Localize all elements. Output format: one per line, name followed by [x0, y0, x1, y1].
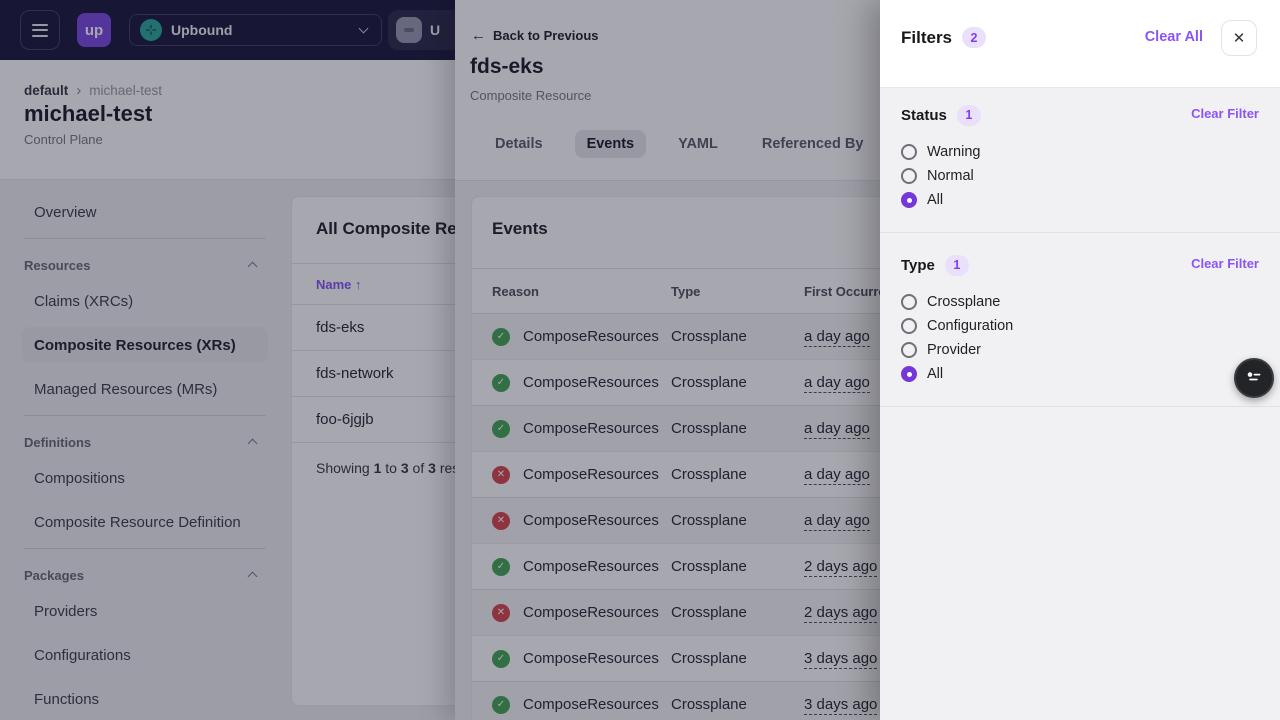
clear-filter-button[interactable]: Clear Filter [1191, 256, 1259, 271]
clear-all-button[interactable]: Clear All [1145, 29, 1203, 45]
filters-title: Filters [901, 28, 952, 48]
section-count-badge: 1 [957, 105, 981, 126]
filter-fab-button[interactable] [1234, 358, 1274, 398]
radio-option-provider[interactable]: Provider [901, 338, 1259, 362]
radio-icon [901, 144, 917, 160]
filter-list-icon [1245, 368, 1263, 389]
radio-option-configuration[interactable]: Configuration [901, 314, 1259, 338]
filters-header: Filters 2 Clear All ✕ [880, 0, 1280, 88]
radio-option-normal[interactable]: Normal [901, 164, 1259, 188]
section-title: Status [901, 107, 947, 124]
radio-option-all-type[interactable]: All [901, 362, 1259, 386]
radio-option-warning[interactable]: Warning [901, 140, 1259, 164]
app-window: up Upbound U default › michael-test mich… [0, 0, 1280, 720]
radio-option-all-status[interactable]: All [901, 188, 1259, 212]
section-count-badge: 1 [945, 255, 969, 276]
radio-selected-icon [901, 192, 917, 208]
filter-section-type: Type 1 Clear Filter Crossplane Configura… [880, 233, 1280, 407]
close-icon: ✕ [1233, 29, 1246, 47]
radio-icon [901, 294, 917, 310]
radio-icon [901, 168, 917, 184]
section-title: Type [901, 257, 935, 274]
filter-section-status: Status 1 Clear Filter Warning Normal All [880, 88, 1280, 233]
close-button[interactable]: ✕ [1221, 20, 1257, 56]
radio-icon [901, 318, 917, 334]
filters-count-badge: 2 [962, 27, 986, 48]
clear-filter-button[interactable]: Clear Filter [1191, 106, 1259, 121]
radio-selected-icon [901, 366, 917, 382]
filters-panel: Filters 2 Clear All ✕ Status 1 Clear Fil… [880, 0, 1280, 720]
radio-option-crossplane[interactable]: Crossplane [901, 290, 1259, 314]
radio-icon [901, 342, 917, 358]
